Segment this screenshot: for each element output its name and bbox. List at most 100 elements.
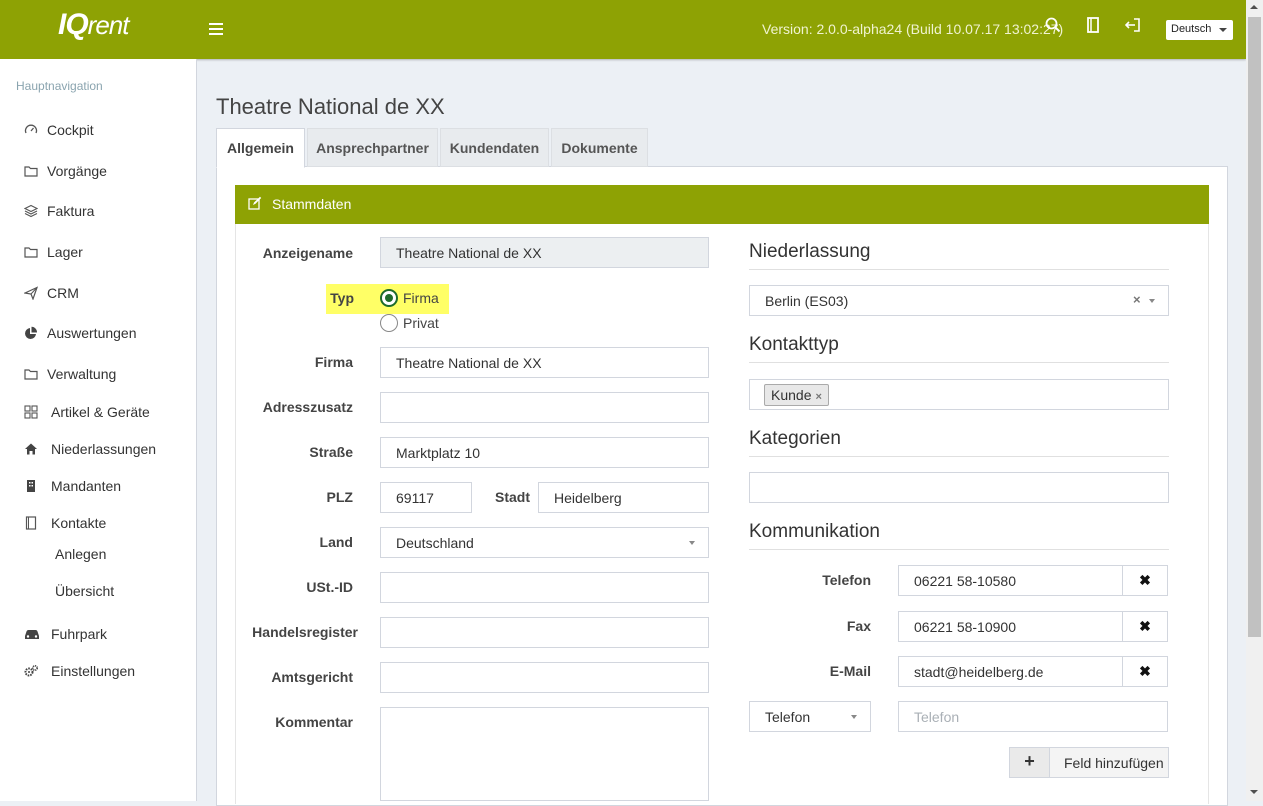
sidebar-item-cockpit[interactable]: Cockpit [0,116,196,146]
sidebar-item-verwaltung[interactable]: Verwaltung [0,360,196,390]
sidebar-item-label: Faktura [47,203,95,219]
address-book-icon [25,516,37,530]
adresszusatz-field[interactable] [380,392,709,423]
sidebar-item-fuhrpark[interactable]: Fuhrpark [0,620,196,650]
sidebar-item-lager[interactable]: Lager [0,238,196,268]
niederlassung-value: Berlin (ES03) [765,293,849,309]
sidebar-item-label: Auswertungen [47,325,137,341]
page-scrollbar[interactable] [1246,0,1263,801]
book-icon[interactable] [1086,17,1106,39]
niederlassung-select[interactable]: Berlin (ES03) × [749,285,1169,316]
scroll-down-icon[interactable] [1250,790,1258,794]
new-comm-input[interactable]: Telefon [898,701,1168,732]
strasse-field[interactable]: Marktplatz 10 [380,437,709,468]
land-select[interactable]: Deutschland [380,527,709,558]
tab-allgemein[interactable]: Allgemein [216,128,305,168]
typ-radio-firma[interactable] [380,289,398,307]
box-title: Stammdaten [272,196,352,212]
stadt-label: Stadt [495,489,530,505]
sidebar-item-label: Einstellungen [51,663,136,679]
tab-kundendaten[interactable]: Kundendaten [440,128,549,167]
language-select[interactable]: Deutsch [1166,20,1233,40]
sidebar-item-niederlassungen[interactable]: Niederlassungen [0,435,196,465]
kategorien-multiselect[interactable] [749,472,1169,503]
comm-type-value: Telefon [765,709,811,725]
search-icon[interactable] [1045,17,1065,39]
tab-dokumente[interactable]: Dokumente [551,128,648,167]
sidebar-toggle-icon[interactable] [209,20,223,36]
tag-remove-icon[interactable]: × [815,391,821,403]
amtsgericht-field[interactable] [380,662,709,693]
plz-label: PLZ [326,489,353,505]
kontakttyp-heading: Kontakttyp [749,334,1169,363]
land-label: Land [319,534,353,550]
kontakttyp-tag: Kunde × [764,384,829,406]
firma-field[interactable]: Theatre National de XX [380,347,709,378]
folder-icon [24,247,38,258]
remove-telefon-button[interactable]: ✖ [1122,565,1168,596]
sidebar-item-crm[interactable]: CRM [0,279,196,309]
folder-icon [24,369,38,380]
ustid-label: USt.-ID [306,579,353,595]
sidebar-item-einstellungen[interactable]: Einstellungen [0,657,196,687]
scroll-thumb[interactable] [1248,17,1261,637]
handelsregister-field[interactable] [380,617,709,648]
sidebar-subitem-uebersicht[interactable]: Übersicht [55,583,114,599]
plus-icon: + [1010,748,1050,777]
stadt-field[interactable]: Heidelberg [538,482,709,513]
dashboard-icon [24,124,38,134]
sidebar-item-label: Niederlassungen [51,441,157,457]
sidebar-item-label: Mandanten [51,478,122,494]
kommentar-label: Kommentar [275,714,353,730]
car-icon [25,630,39,639]
sidebar-item-label: Vorgänge [47,163,107,179]
tab-ansprechpartner[interactable]: Ansprechpartner [307,128,438,167]
sidebar-item-kontakte[interactable]: Kontakte [0,509,196,539]
clear-icon[interactable]: × [1133,292,1141,307]
edit-icon [248,196,262,210]
logo[interactable]: IQrent [58,8,130,42]
plz-field[interactable]: 69117 [380,482,472,513]
home-icon [25,443,37,455]
stammdaten-box-header: Stammdaten [235,185,1209,224]
fax-field[interactable]: 06221 58-10900 [898,611,1124,642]
sidebar-item-label: Artikel & Geräte [51,404,150,420]
sidebar-item-auswertungen[interactable]: Auswertungen [0,319,196,349]
logo-sub: rent [87,10,130,40]
scroll-up-icon[interactable] [1250,5,1258,9]
sidebar-item-label: Cockpit [47,122,94,138]
comm-label: E-Mail [829,663,871,679]
layers-icon [24,204,38,218]
email-field[interactable]: stadt@heidelberg.de [898,656,1124,687]
typ-radio-firma-label[interactable]: Firma [403,290,439,306]
sidebar-item-vorgaenge[interactable]: Vorgänge [0,157,196,187]
sidebar-item-mandanten[interactable]: Mandanten [0,472,196,502]
telefon-field[interactable]: 06221 58-10580 [898,565,1124,596]
sidebar-item-faktura[interactable]: Faktura [0,197,196,227]
kontakttyp-tag-label: Kunde [771,387,812,403]
niederlassung-heading: Niederlassung [749,241,1169,270]
nav-header: Hauptnavigation [16,79,103,93]
comm-type-select[interactable]: Telefon [749,701,871,732]
typ-label: Typ [330,290,354,306]
chevron-down-icon [689,541,695,545]
language-value: Deutsch [1171,23,1212,35]
remove-fax-button[interactable]: ✖ [1122,611,1168,642]
kommunikation-heading: Kommunikation [749,521,1169,550]
typ-radio-privat-label[interactable]: Privat [403,315,439,331]
add-field-button[interactable]: + Feld hinzufügen [1009,747,1169,778]
ustid-field[interactable] [380,572,709,603]
sidebar-item-artikel[interactable]: Artikel & Geräte [0,398,196,428]
sidebar-subitem-anlegen[interactable]: Anlegen [55,546,106,562]
logout-icon[interactable] [1124,17,1145,39]
pie-chart-icon [25,326,38,339]
sidebar-item-label: Kontakte [51,515,107,531]
anzeigename-label: Anzeigename [262,245,353,261]
kommentar-textarea[interactable] [380,707,709,801]
handelsregister-label: Handelsregister [252,624,358,640]
land-value: Deutschland [396,535,474,551]
sidebar: Hauptnavigation Cockpit Vorgänge Faktura… [0,59,197,801]
grid-icon [24,405,38,419]
remove-email-button[interactable]: ✖ [1122,656,1168,687]
typ-radio-privat[interactable] [380,314,398,332]
